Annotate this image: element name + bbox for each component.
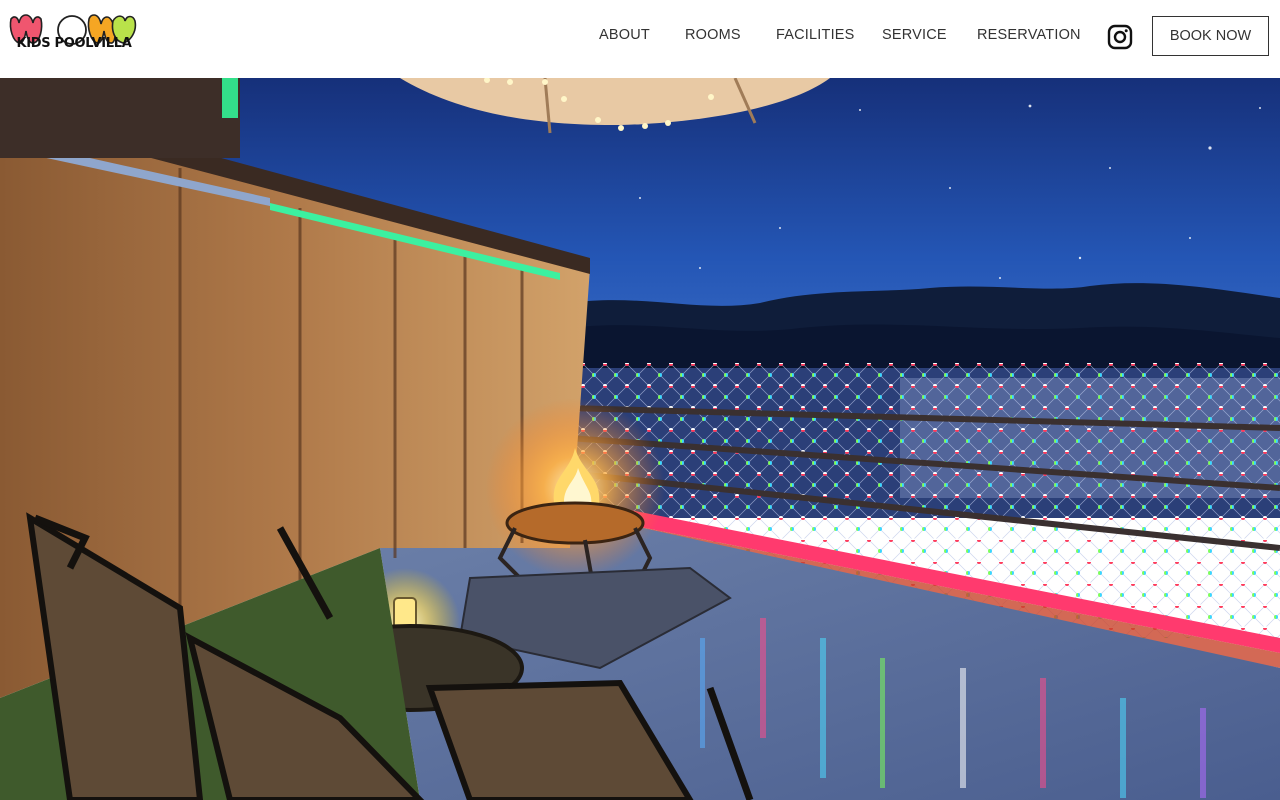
nav-item-rooms[interactable]: ROOMS (685, 27, 741, 43)
hero-night-terrace-scene (0, 78, 1280, 800)
instagram-icon[interactable] (1107, 24, 1133, 50)
nav-item-facilities[interactable]: FACILITIES (776, 27, 855, 43)
hero-image (0, 78, 1280, 800)
site-header: KIDS POOLVILLA ABOUT ROOMS FACILITIES SE… (0, 0, 1280, 78)
nav-item-reservation[interactable]: RESERVATION (977, 27, 1081, 43)
nav-item-about[interactable]: ABOUT (599, 27, 650, 43)
nav-item-service[interactable]: SERVICE (882, 27, 947, 43)
main-nav: ABOUT ROOMS FACILITIES SERVICE RESERVATI… (0, 27, 1280, 47)
book-now-button[interactable]: BOOK NOW (1152, 16, 1269, 56)
